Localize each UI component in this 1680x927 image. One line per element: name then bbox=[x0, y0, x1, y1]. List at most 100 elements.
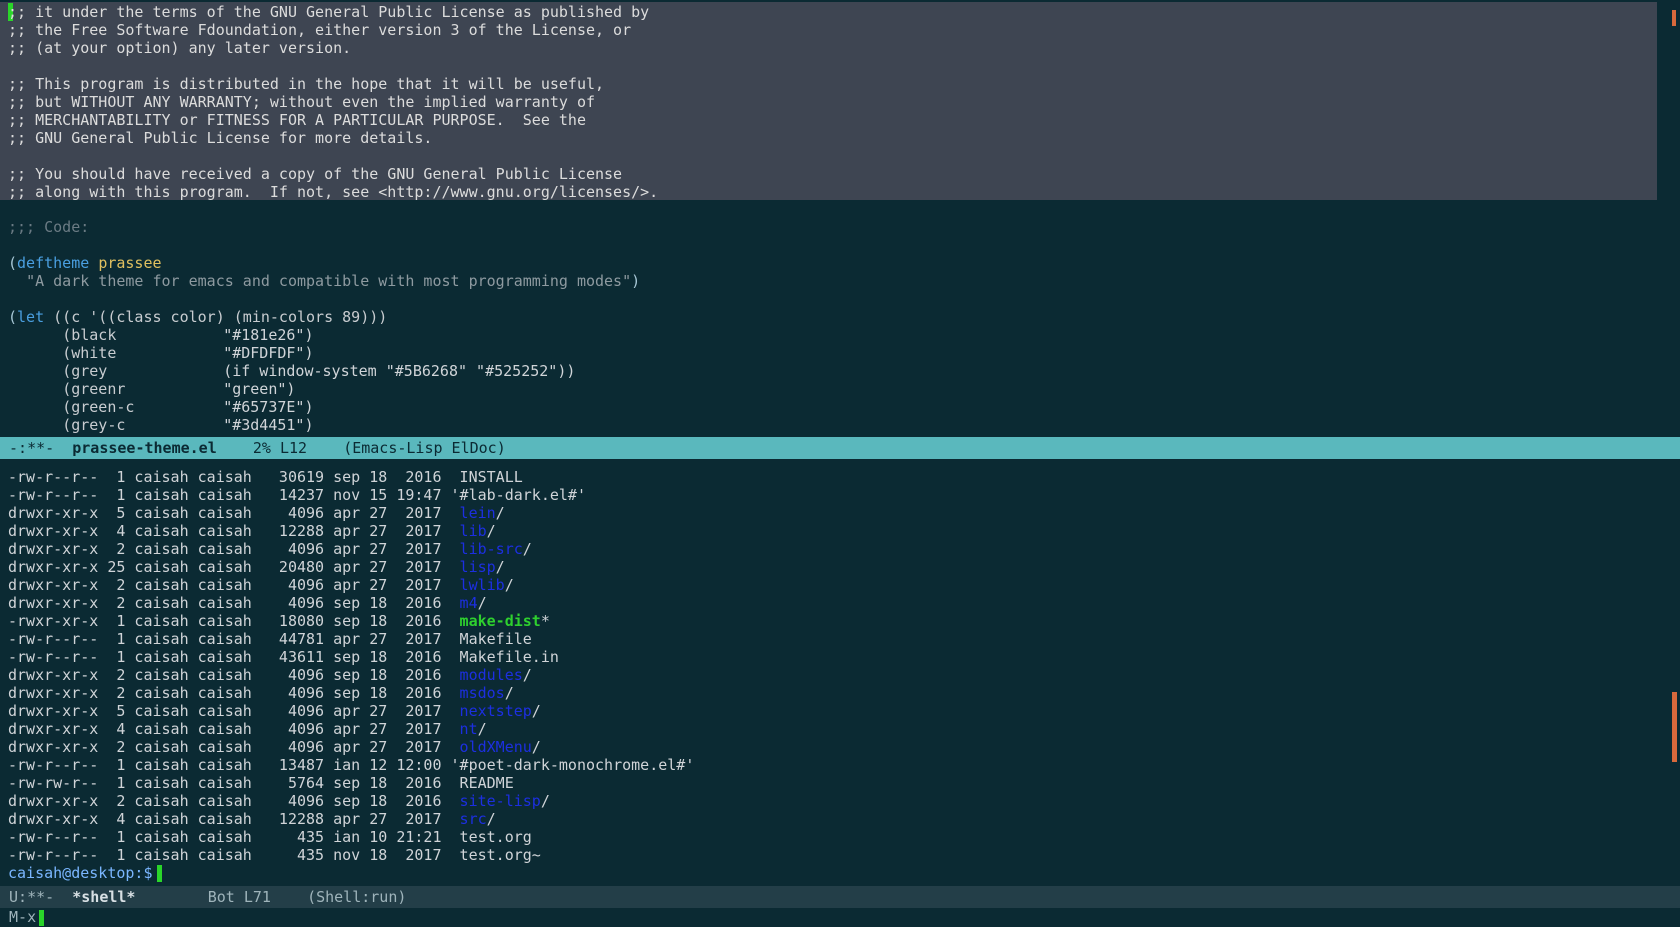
ls-row: drwxr-xr-x 4 caisah caisah 12288 apr 27 … bbox=[8, 522, 496, 540]
minibuffer-prompt: M-x bbox=[9, 908, 37, 926]
directory-name: src bbox=[459, 810, 487, 828]
file-suffix: / bbox=[531, 738, 541, 756]
directory-name: msdos bbox=[459, 684, 505, 702]
file-suffix: / bbox=[495, 558, 505, 576]
directory-name: modules bbox=[459, 666, 523, 684]
modeline-buffer-name[interactable]: *shell* bbox=[72, 888, 135, 906]
color-def-line: (grey (if window-system "#5B6268" "#52525… bbox=[8, 362, 575, 380]
color-def-line: (greenr "green") bbox=[8, 380, 295, 398]
file-suffix: / bbox=[522, 666, 532, 684]
file-meta: drwxr-xr-x 2 caisah caisah 4096 sep 18 2… bbox=[8, 684, 460, 702]
editor-pane[interactable]: ;; it under the terms of the GNU General… bbox=[0, 0, 1680, 437]
file-meta: drwxr-xr-x 25 caisah caisah 20480 apr 27… bbox=[8, 558, 460, 576]
file-meta: drwxr-xr-x 4 caisah caisah 4096 apr 27 2… bbox=[8, 720, 460, 738]
modeline-status: U:**- bbox=[9, 888, 55, 906]
color-name: (greenr bbox=[62, 380, 126, 398]
file-meta: drwxr-xr-x 2 caisah caisah 4096 sep 18 2… bbox=[8, 594, 460, 612]
license-line: ;; MERCHANTABILITY or FITNESS FOR A PART… bbox=[8, 111, 586, 129]
file-meta: -rw-r--r-- 1 caisah caisah 43611 sep 18 … bbox=[8, 648, 460, 666]
file-suffix: / bbox=[486, 810, 496, 828]
modeline-position: 2% L12 bbox=[252, 439, 308, 457]
color-value: "#DFDFDF") bbox=[223, 344, 314, 362]
file-suffix: / bbox=[504, 684, 514, 702]
directory-name: lwlib bbox=[459, 576, 505, 594]
file-suffix: / bbox=[477, 720, 487, 738]
scroll-indicator-top[interactable] bbox=[1672, 10, 1676, 26]
modeline-shell[interactable]: U:**- *shell* Bot L71 (Shell:run) bbox=[0, 886, 1680, 908]
file-meta: -rw-r--r-- 1 caisah caisah 13487 ian 12 … bbox=[8, 756, 451, 774]
file-suffix: / bbox=[540, 792, 550, 810]
shell-prompt: caisah@desktop:$ bbox=[8, 864, 153, 882]
color-value: "#65737E") bbox=[223, 398, 314, 416]
modeline-status: -:**- bbox=[9, 439, 55, 457]
modeline-buffer-name[interactable]: prassee-theme.el bbox=[72, 439, 217, 457]
modeline-editor[interactable]: -:**- prassee-theme.el 2% L12 (Emacs-Lis… bbox=[0, 437, 1680, 459]
color-def-line: (black "#181e26") bbox=[8, 326, 314, 344]
ls-row: -rw-r--r-- 1 caisah caisah 30619 sep 18 … bbox=[8, 468, 523, 486]
ls-row: drwxr-xr-x 5 caisah caisah 4096 apr 27 2… bbox=[8, 504, 505, 522]
ls-row: drwxr-xr-x 5 caisah caisah 4096 apr 27 2… bbox=[8, 702, 541, 720]
color-def-line: (grey-c "#3d4451") bbox=[8, 416, 314, 434]
ls-row: drwxr-xr-x 2 caisah caisah 4096 sep 18 2… bbox=[8, 792, 550, 810]
color-def-line: (white "#DFDFDF") bbox=[8, 344, 314, 362]
theme-name: prassee bbox=[98, 254, 162, 272]
license-line: ;; but WITHOUT ANY WARRANTY; without eve… bbox=[8, 93, 595, 111]
directory-name: nt bbox=[459, 720, 478, 738]
directory-name: lib-src bbox=[459, 540, 523, 558]
file-name: test.org bbox=[459, 828, 532, 846]
ls-row: drwxr-xr-x 2 caisah caisah 4096 sep 18 2… bbox=[8, 666, 532, 684]
file-suffix: / bbox=[522, 540, 532, 558]
file-meta: -rwxr-xr-x 1 caisah caisah 18080 sep 18 … bbox=[8, 612, 460, 630]
ls-row: -rw-r--r-- 1 caisah caisah 43611 sep 18 … bbox=[8, 648, 559, 666]
file-meta: -rw-r--r-- 1 caisah caisah 435 nov 18 20… bbox=[8, 846, 460, 864]
ls-row: drwxr-xr-x 2 caisah caisah 4096 apr 27 2… bbox=[8, 738, 541, 756]
file-meta: -rw-r--r-- 1 caisah caisah 435 ian 10 21… bbox=[8, 828, 460, 846]
ls-row: -rw-r--r-- 1 caisah caisah 44781 apr 27 … bbox=[8, 630, 532, 648]
scroll-indicator-bottom[interactable] bbox=[1672, 692, 1677, 762]
directory-name: site-lisp bbox=[459, 792, 541, 810]
license-line: ;; This program is distributed in the ho… bbox=[8, 75, 605, 93]
file-suffix: / bbox=[477, 594, 487, 612]
license-line: ;; it under the terms of the GNU General… bbox=[8, 3, 650, 21]
let-line: (let ((c '((class color) (min-colors 89)… bbox=[8, 308, 388, 326]
ls-row: drwxr-xr-x 2 caisah caisah 4096 sep 18 2… bbox=[8, 594, 487, 612]
color-value: "#3d4451") bbox=[223, 416, 314, 434]
file-name: '#poet-dark-monochrome.el#' bbox=[450, 756, 695, 774]
minibuffer-cursor bbox=[39, 909, 45, 926]
file-meta: drwxr-xr-x 4 caisah caisah 12288 apr 27 … bbox=[8, 810, 460, 828]
file-name: test.org~ bbox=[459, 846, 541, 864]
modeline-modes[interactable]: (Emacs-Lisp ElDoc) bbox=[343, 439, 506, 457]
shell-cursor bbox=[156, 865, 162, 882]
minibuffer[interactable]: M-x bbox=[0, 908, 1680, 927]
ls-row: drwxr-xr-x 2 caisah caisah 4096 sep 18 2… bbox=[8, 684, 514, 702]
directory-name: nextstep bbox=[459, 702, 532, 720]
color-def-line: (green-c "#65737E") bbox=[8, 398, 314, 416]
file-suffix: / bbox=[486, 522, 496, 540]
ls-row: -rw-rw-r-- 1 caisah caisah 5764 sep 18 2… bbox=[8, 774, 514, 792]
modeline-position: Bot L71 bbox=[207, 888, 271, 906]
let-bindings: ((c '((class color) (min-colors 89))) bbox=[53, 308, 388, 326]
file-meta: drwxr-xr-x 5 caisah caisah 4096 apr 27 2… bbox=[8, 504, 460, 522]
shell-prompt-line[interactable]: caisah@desktop:$ bbox=[8, 864, 162, 882]
ls-row: drwxr-xr-x 4 caisah caisah 4096 apr 27 2… bbox=[8, 720, 487, 738]
ls-row: drwxr-xr-x 2 caisah caisah 4096 apr 27 2… bbox=[8, 540, 532, 558]
color-name: (grey-c bbox=[62, 416, 126, 434]
docstring-line: "A dark theme for emacs and compatible w… bbox=[26, 272, 641, 290]
file-meta: drwxr-xr-x 2 caisah caisah 4096 apr 27 2… bbox=[8, 540, 460, 558]
license-line: ;; GNU General Public License for more d… bbox=[8, 129, 433, 147]
directory-name: lib bbox=[459, 522, 487, 540]
directory-name: oldXMenu bbox=[459, 738, 532, 756]
modeline-modes[interactable]: (Shell:run) bbox=[307, 888, 406, 906]
directory-name: lisp bbox=[459, 558, 496, 576]
deftheme-keyword: deftheme bbox=[17, 254, 90, 272]
ls-row: drwxr-xr-x 4 caisah caisah 12288 apr 27 … bbox=[8, 810, 496, 828]
file-meta: -rw-rw-r-- 1 caisah caisah 5764 sep 18 2… bbox=[8, 774, 460, 792]
shell-pane[interactable]: -rw-r--r-- 1 caisah caisah 30619 sep 18 … bbox=[0, 459, 1680, 886]
file-meta: drwxr-xr-x 4 caisah caisah 12288 apr 27 … bbox=[8, 522, 460, 540]
color-value: "#181e26") bbox=[223, 326, 314, 344]
color-value: "green") bbox=[223, 380, 296, 398]
file-meta: drwxr-xr-x 2 caisah caisah 4096 apr 27 2… bbox=[8, 576, 460, 594]
license-line: ;; You should have received a copy of th… bbox=[8, 165, 623, 183]
file-name: Makefile.in bbox=[459, 648, 559, 666]
license-line: ;; (at your option) any later version. bbox=[8, 39, 352, 57]
